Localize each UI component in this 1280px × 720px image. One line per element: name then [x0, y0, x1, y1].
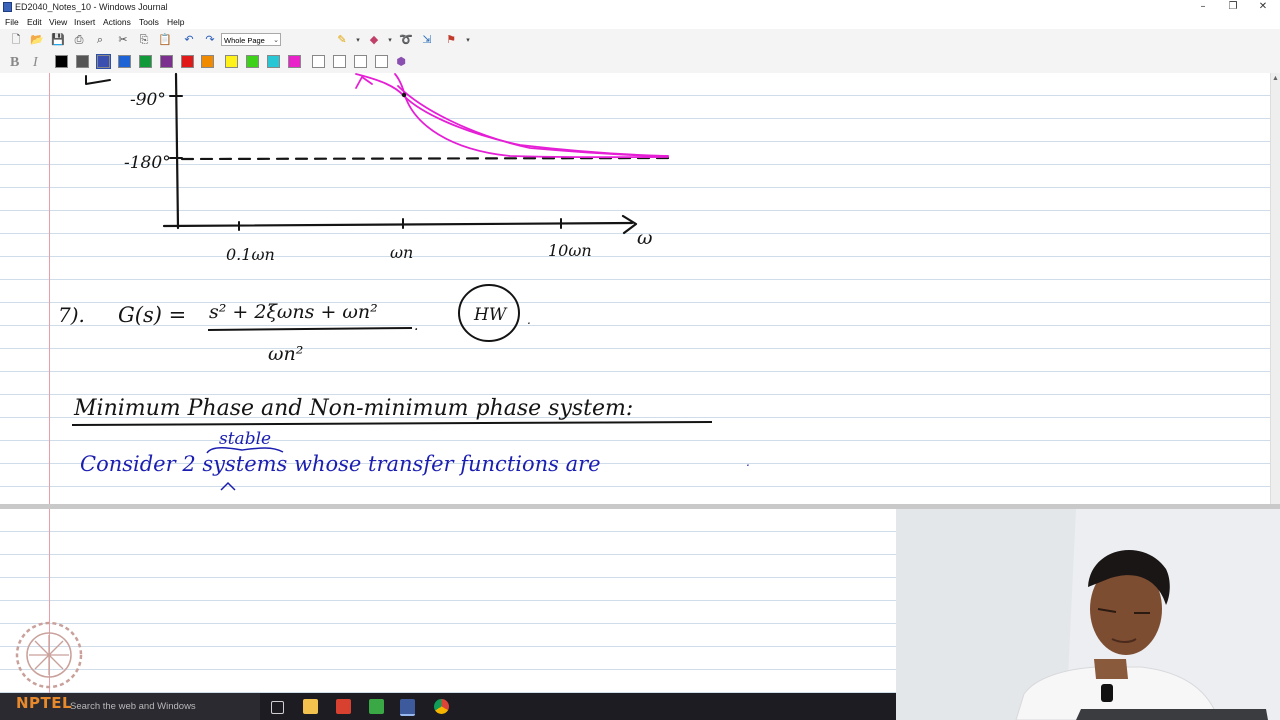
phase-curve-2	[394, 73, 669, 159]
problem-number: 7).	[58, 303, 85, 327]
x-tick-label-10wn: 10ωn	[548, 241, 592, 260]
y-tick-label-90: -90°	[130, 90, 166, 110]
file-explorer-icon[interactable]	[303, 699, 318, 714]
red-app-icon[interactable]	[336, 699, 351, 714]
phase-y-axis	[174, 72, 180, 230]
x-tick-label-01wn: 0.1ωn	[226, 245, 275, 264]
heading-underline	[71, 421, 713, 426]
inserted-word-stable: stable	[219, 429, 271, 449]
vertical-scrollbar[interactable]: ▲	[1270, 73, 1280, 505]
trailing-dot-1: .	[414, 318, 418, 334]
hw-tag: HW	[473, 305, 508, 325]
sentence-group: Consider 2 systems whose transfer functi…	[80, 429, 750, 491]
windows-journal-taskbar-icon[interactable]	[400, 699, 415, 716]
task-view-icon[interactable]	[271, 701, 284, 714]
x-tick-label-wn: ωn	[390, 243, 413, 262]
ink-layer: -90° -180° 0.1ωn ωn 10ωn ω 7). G(s) = s²…	[58, 72, 750, 491]
section-heading: Minimum Phase and Non-minimum phase syst…	[73, 396, 633, 421]
fraction-bar	[207, 327, 413, 331]
journal-next-page[interactable]	[0, 509, 896, 693]
corner-point	[401, 92, 407, 98]
x-axis-label-omega: ω	[637, 227, 653, 249]
sentence-dot: .	[746, 455, 750, 469]
consider-sentence: Consider 2 systems whose transfer functi…	[80, 452, 601, 476]
problem-7: 7). G(s) = s² + 2ξωns + ωn² ωn² . HW .	[58, 284, 531, 365]
trailing-dot-2: .	[527, 313, 531, 327]
scroll-up-icon: ▲	[1272, 75, 1279, 82]
phase-plot	[85, 72, 670, 235]
presenter-video	[896, 509, 1280, 720]
presenter-illustration	[896, 509, 1280, 720]
tf-denominator: ωn²	[268, 343, 303, 365]
phase-curve-3	[397, 85, 669, 157]
asymptote-180	[180, 156, 670, 161]
y-tick-label-180: -180°	[124, 153, 171, 173]
nptel-wordmark: NPTEL	[16, 694, 73, 712]
tf-numerator: s² + 2ξωns + ωn²	[209, 301, 378, 323]
taskbar-search-placeholder: Search the web and Windows	[70, 701, 196, 712]
phase-plot-labels: -90° -180° 0.1ωn ωn 10ωn ω	[124, 90, 653, 264]
insertion-caret	[220, 481, 236, 491]
partial-label-top-left	[85, 75, 111, 85]
green-app-icon[interactable]	[369, 699, 384, 714]
windows-taskbar: Search the web and Windows	[0, 693, 896, 720]
section-heading-group: Minimum Phase and Non-minimum phase syst…	[71, 396, 713, 426]
x-axis-arrowhead	[621, 214, 638, 235]
transfer-function-lhs: G(s) =	[118, 303, 186, 327]
chrome-icon[interactable]	[434, 699, 449, 714]
